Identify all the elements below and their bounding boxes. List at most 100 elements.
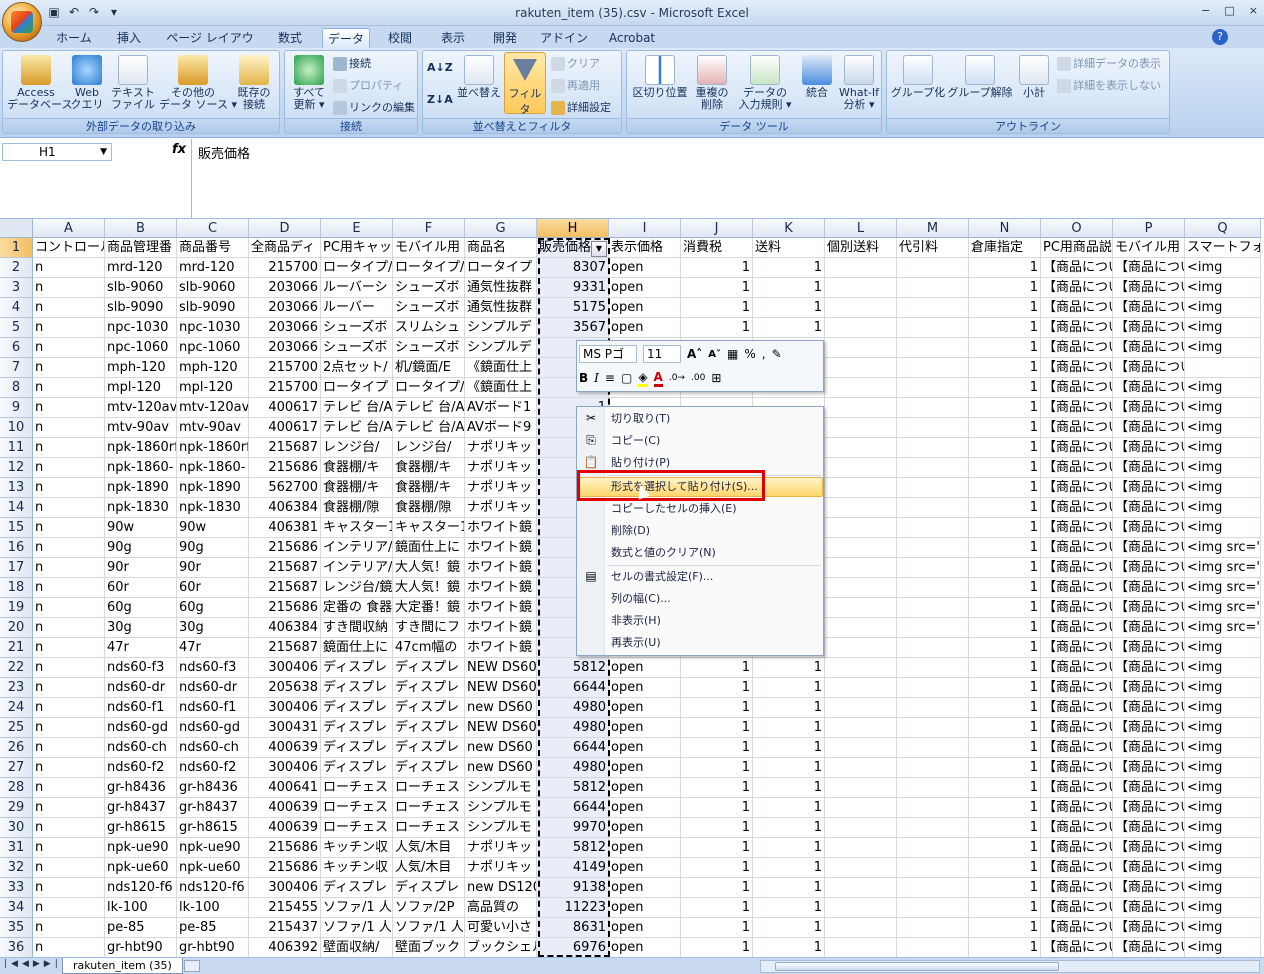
cell[interactable]: シューズボ: [321, 318, 393, 338]
cell[interactable]: [897, 618, 969, 638]
cell[interactable]: すき間にフ: [393, 618, 465, 638]
align-center-icon[interactable]: ≡: [605, 371, 615, 385]
row-header[interactable]: 36: [0, 938, 33, 957]
text-to-columns-button[interactable]: 区切り位置: [629, 55, 691, 99]
cell[interactable]: 8631: [537, 918, 609, 938]
cell[interactable]: 【商品につい: [1113, 278, 1185, 298]
cell[interactable]: 【商品につい: [1113, 498, 1185, 518]
cell[interactable]: [897, 438, 969, 458]
cell[interactable]: ナポリキッ: [465, 498, 537, 518]
row-header[interactable]: 28: [0, 778, 33, 798]
row-header[interactable]: 31: [0, 838, 33, 858]
column-header-d[interactable]: D: [249, 219, 321, 238]
cell[interactable]: 1: [681, 918, 753, 938]
cell[interactable]: 1: [753, 698, 825, 718]
cell[interactable]: pe-85: [105, 918, 177, 938]
cell[interactable]: open: [609, 658, 681, 678]
column-header-q[interactable]: Q: [1185, 219, 1261, 238]
cell[interactable]: lk-100: [105, 898, 177, 918]
cell[interactable]: 1: [681, 698, 753, 718]
cell[interactable]: 【商品につい: [1041, 498, 1113, 518]
cell[interactable]: 215700: [249, 378, 321, 398]
cell[interactable]: 215437: [249, 918, 321, 938]
decrease-decimal-icon[interactable]: .00: [691, 373, 705, 383]
cell[interactable]: open: [609, 718, 681, 738]
cell[interactable]: 1: [681, 938, 753, 957]
column-header-b[interactable]: B: [105, 219, 177, 238]
cell[interactable]: 食器棚/キ: [321, 458, 393, 478]
filter-button[interactable]: フィルタ: [504, 52, 546, 116]
cell[interactable]: [825, 518, 897, 538]
cell[interactable]: 1: [969, 878, 1041, 898]
clear-filter-button[interactable]: クリア: [551, 55, 600, 73]
cell[interactable]: 1: [753, 678, 825, 698]
cell[interactable]: open: [609, 878, 681, 898]
cell[interactable]: n: [33, 478, 105, 498]
cell[interactable]: 5812: [537, 838, 609, 858]
cell[interactable]: 406384: [249, 618, 321, 638]
cell[interactable]: [897, 358, 969, 378]
cell[interactable]: ディスプレ: [393, 738, 465, 758]
cell[interactable]: <img: [1185, 878, 1261, 898]
cell[interactable]: <img: [1185, 658, 1261, 678]
access-button[interactable]: Access データベース: [7, 55, 72, 111]
cell[interactable]: nds60-f1: [105, 698, 177, 718]
ungroup-button[interactable]: グループ解除: [947, 55, 1013, 99]
cell[interactable]: [825, 578, 897, 598]
cell[interactable]: 1: [969, 518, 1041, 538]
cell[interactable]: 1: [969, 558, 1041, 578]
cell[interactable]: n: [33, 658, 105, 678]
increase-decimal-icon[interactable]: .0→: [669, 373, 685, 383]
cell[interactable]: n: [33, 778, 105, 798]
cell[interactable]: [897, 318, 969, 338]
cell[interactable]: open: [609, 918, 681, 938]
cell[interactable]: [897, 758, 969, 778]
cell[interactable]: [897, 598, 969, 618]
cell[interactable]: [897, 698, 969, 718]
cell[interactable]: n: [33, 718, 105, 738]
cell[interactable]: ローチェスト: [393, 798, 465, 818]
cell[interactable]: open: [609, 818, 681, 838]
cell[interactable]: [825, 418, 897, 438]
cell[interactable]: npk-ue90: [105, 838, 177, 858]
cell[interactable]: 9331: [537, 278, 609, 298]
cell[interactable]: n: [33, 578, 105, 598]
sort-za-button[interactable]: Z↓A: [427, 91, 453, 109]
cell[interactable]: キッチン収: [321, 838, 393, 858]
cell[interactable]: ホワイト鏡: [465, 558, 537, 578]
row-header[interactable]: 23: [0, 678, 33, 698]
cell[interactable]: npc-1030: [105, 318, 177, 338]
cell[interactable]: 【商品につい: [1041, 258, 1113, 278]
cell[interactable]: 4980: [537, 758, 609, 778]
cell[interactable]: open: [609, 298, 681, 318]
cell[interactable]: <img: [1185, 278, 1261, 298]
cell[interactable]: 【商品につい: [1041, 338, 1113, 358]
cell[interactable]: slb-9090: [105, 298, 177, 318]
cell[interactable]: new DS60: [465, 698, 537, 718]
row-header[interactable]: 8: [0, 378, 33, 398]
cell[interactable]: 1: [969, 758, 1041, 778]
close-button[interactable]: ×: [1249, 4, 1258, 17]
cell[interactable]: nds60-gd: [177, 718, 249, 738]
cell[interactable]: テレビ 台/A: [321, 398, 393, 418]
cell[interactable]: 300406: [249, 658, 321, 678]
cell[interactable]: npc-1030: [177, 318, 249, 338]
cell[interactable]: 大人気！鏡: [393, 578, 465, 598]
cell[interactable]: <img src=": [1185, 538, 1261, 558]
cell[interactable]: 300406: [249, 878, 321, 898]
cell[interactable]: mpl-120: [177, 378, 249, 398]
context-menu-item[interactable]: 再表示(U): [611, 633, 661, 653]
font-color-icon[interactable]: A: [653, 370, 663, 387]
reapply-button[interactable]: 再適用: [551, 77, 600, 95]
cell[interactable]: シューズボ: [393, 338, 465, 358]
cell[interactable]: 90w: [177, 518, 249, 538]
cell[interactable]: 3567: [537, 318, 609, 338]
bold-button[interactable]: B: [579, 371, 588, 385]
cell[interactable]: <img src=": [1185, 598, 1261, 618]
cell[interactable]: 大定番！鏡: [393, 598, 465, 618]
currency-format-icon[interactable]: ▦: [727, 347, 738, 361]
cell[interactable]: 【商品につい: [1113, 458, 1185, 478]
cell[interactable]: n: [33, 918, 105, 938]
cell[interactable]: ディスプレ: [321, 738, 393, 758]
cell[interactable]: 【商品につい: [1041, 598, 1113, 618]
